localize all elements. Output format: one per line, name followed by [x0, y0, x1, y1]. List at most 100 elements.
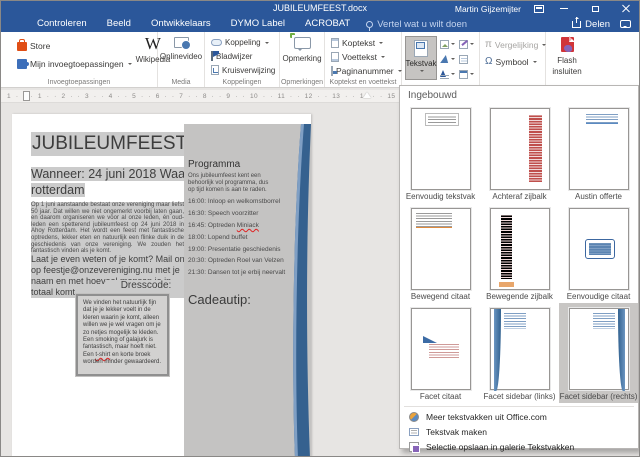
group-invoegtoepassingen: Store Mijn invoegtoepassingen W Wikipedi…: [1, 32, 170, 87]
chevron-down-icon: [451, 43, 455, 47]
group-flash: Flash insluiten: [546, 32, 588, 87]
dropcap-icon: [440, 69, 449, 79]
tab-beeld[interactable]: Beeld: [97, 16, 141, 32]
object-icon: [459, 69, 468, 79]
gallery-item-bewegend-citaat[interactable]: Bewegend citaat: [401, 203, 480, 303]
online-video-button[interactable]: Onlinevideo: [158, 32, 204, 61]
group-opmerkingen: Opmerking Opmerkingen: [280, 32, 325, 87]
indent-marker[interactable]: [23, 91, 30, 101]
gallery-item-facet-citaat[interactable]: Facet citaat: [401, 303, 480, 403]
dresscode-heading[interactable]: Dresscode:: [106, 280, 186, 291]
programma-heading: Programma: [188, 159, 241, 170]
quick-parts-button[interactable]: [440, 37, 458, 51]
header-button[interactable]: Koptekst: [331, 38, 401, 48]
gallery-item-facet-sidebar-links[interactable]: Facet sidebar (links): [480, 303, 559, 403]
gallery-item-facet-sidebar-rechts[interactable]: Facet sidebar (rechts): [559, 303, 638, 403]
schedule-line: 16:00: Inloop en welkomstborrel: [188, 198, 281, 206]
bookmark-button[interactable]: Bladwijzer: [211, 51, 279, 61]
cross-reference-button[interactable]: Kruisverwijzing: [211, 65, 279, 75]
gallery-item-achteraf-zijbalk[interactable]: Achteraf zijbalk: [480, 103, 559, 203]
gallery-item-label: Bewegende zijbalk: [486, 292, 553, 301]
flash-embed-button[interactable]: Flash insluiten: [546, 32, 588, 76]
comment-button[interactable]: Opmerking: [280, 32, 324, 63]
misspelled-word: Miniack: [236, 221, 259, 229]
group-label: Opmerkingen: [280, 79, 324, 86]
group-label: Koppelingen: [222, 79, 262, 86]
tab-acrobat[interactable]: ACROBAT: [295, 16, 360, 32]
doc-rsvp-paragraph[interactable]: Laat je even weten of je komt? Mail ons …: [31, 254, 191, 298]
thumbnail: [489, 308, 550, 391]
lightbulb-icon: [366, 20, 374, 31]
object-button[interactable]: [459, 67, 477, 81]
tell-me-label: Vertel wat u wilt doen: [377, 18, 468, 30]
flash-label-1: Flash: [557, 56, 577, 65]
programma-sidebar[interactable]: Programma Ons jubileumfeest kent een beh…: [184, 124, 311, 456]
dresscode-textbox[interactable]: We vinden het natuurlijk fijn dat je je …: [75, 293, 170, 377]
doc-intro-paragraph[interactable]: Op 1 juni aanstaande bestaat onze vereni…: [31, 202, 184, 255]
menu-draw-textbox[interactable]: Tekstvak maken: [402, 424, 636, 439]
omega-icon: Ω: [485, 56, 493, 67]
chevron-down-icon: [451, 58, 455, 62]
gallery-item-label: Austin offerte: [575, 192, 622, 201]
doc-heading-title[interactable]: JUBILEUMFEEST: [31, 132, 192, 156]
draw-textbox-icon: [409, 427, 419, 436]
symbol-button[interactable]: Ω Symbool: [485, 57, 545, 67]
comment-icon: [289, 33, 311, 51]
tab-ontwikkelaars[interactable]: Ontwikkelaars: [141, 16, 221, 32]
menu-more-textboxes[interactable]: Meer tekstvakken uit Office.com: [402, 409, 636, 424]
online-video-icon: [173, 37, 191, 50]
gallery-item-eenvoudig-tekstvak[interactable]: Eenvoudig tekstvak: [401, 103, 480, 203]
textbox-button[interactable]: Tekstvak: [405, 36, 437, 80]
datetime-icon: [459, 54, 468, 64]
minimize-button[interactable]: [553, 2, 575, 16]
store-icon: [17, 39, 27, 51]
quick-parts-icon: [440, 39, 449, 49]
chevron-down-icon: [380, 56, 385, 60]
horizontal-ruler[interactable]: 1 · · · 1 · · 2 · · 3 · · 4 · · 5 · · 6 …: [1, 90, 399, 103]
ribbon-display-options-icon[interactable]: [534, 4, 544, 13]
share-label: Delen: [585, 18, 610, 30]
share-button[interactable]: Delen: [572, 16, 610, 30]
my-addins-button[interactable]: Mijn invoegtoepassingen: [17, 59, 132, 69]
right-indent-marker[interactable]: [363, 92, 371, 98]
document-page[interactable]: JUBILEUMFEEST Wanneer: 24 juni 2018 Waar…: [12, 114, 311, 456]
maximize-button[interactable]: [584, 2, 606, 16]
thumbnail: [489, 108, 550, 190]
link-button[interactable]: Koppeling: [211, 38, 279, 47]
gallery-item-eenvoudige-citaat[interactable]: Eenvoudige citaat: [559, 203, 638, 303]
chevron-down-icon: [264, 41, 269, 46]
signature-line-button[interactable]: [459, 37, 477, 51]
close-button[interactable]: [615, 2, 637, 16]
pi-icon: π: [485, 39, 492, 50]
gallery-item-bewegende-zijbalk[interactable]: Bewegende zijbalk: [480, 203, 559, 303]
header-label: Koptekst: [342, 38, 376, 48]
menu-save-selection[interactable]: Selectie opslaan in galerie Tekstvakken: [402, 439, 636, 454]
gallery-item-label: Achteraf zijbalk: [492, 192, 547, 201]
ribbon: Store Mijn invoegtoepassingen W Wikipedi…: [1, 32, 639, 88]
datetime-button[interactable]: [459, 52, 477, 66]
store-button[interactable]: Store: [17, 39, 132, 51]
gallery-item-austin-offerte[interactable]: Austin offerte: [559, 103, 638, 203]
tell-me-search[interactable]: Vertel wat u wilt doen: [366, 18, 468, 31]
office-com-icon: [409, 411, 419, 422]
bookmark-flag-icon: [211, 51, 219, 61]
when-line-2[interactable]: rotterdam: [31, 183, 85, 197]
group-koppelingen: Koppeling Bladwijzer Kruisverwijzing Kop…: [205, 32, 280, 87]
group-media: Onlinevideo Media: [158, 32, 205, 87]
dropcap-button[interactable]: [440, 67, 458, 81]
feedback-icon[interactable]: [620, 20, 631, 28]
tab-controleren[interactable]: Controleren: [27, 16, 97, 32]
schedule-line: 20:30: Optreden Roel van Velzen: [188, 257, 284, 265]
chevron-down-icon: [419, 70, 424, 74]
group-label: Media: [171, 79, 191, 86]
footer-label: Voettekst: [342, 52, 377, 62]
wordart-button[interactable]: [440, 52, 458, 66]
page-number-button[interactable]: Paginanummer: [331, 66, 402, 76]
minimize-icon: [560, 8, 568, 9]
footer-button[interactable]: Voettekst: [331, 52, 401, 62]
gallery-header: Ingebouwd: [408, 90, 457, 101]
gallery-item-label: Eenvoudig tekstvak: [405, 192, 476, 201]
tab-dymo-label[interactable]: DYMO Label: [221, 16, 295, 32]
wordart-icon: [440, 54, 449, 64]
footer-icon: [331, 52, 339, 62]
